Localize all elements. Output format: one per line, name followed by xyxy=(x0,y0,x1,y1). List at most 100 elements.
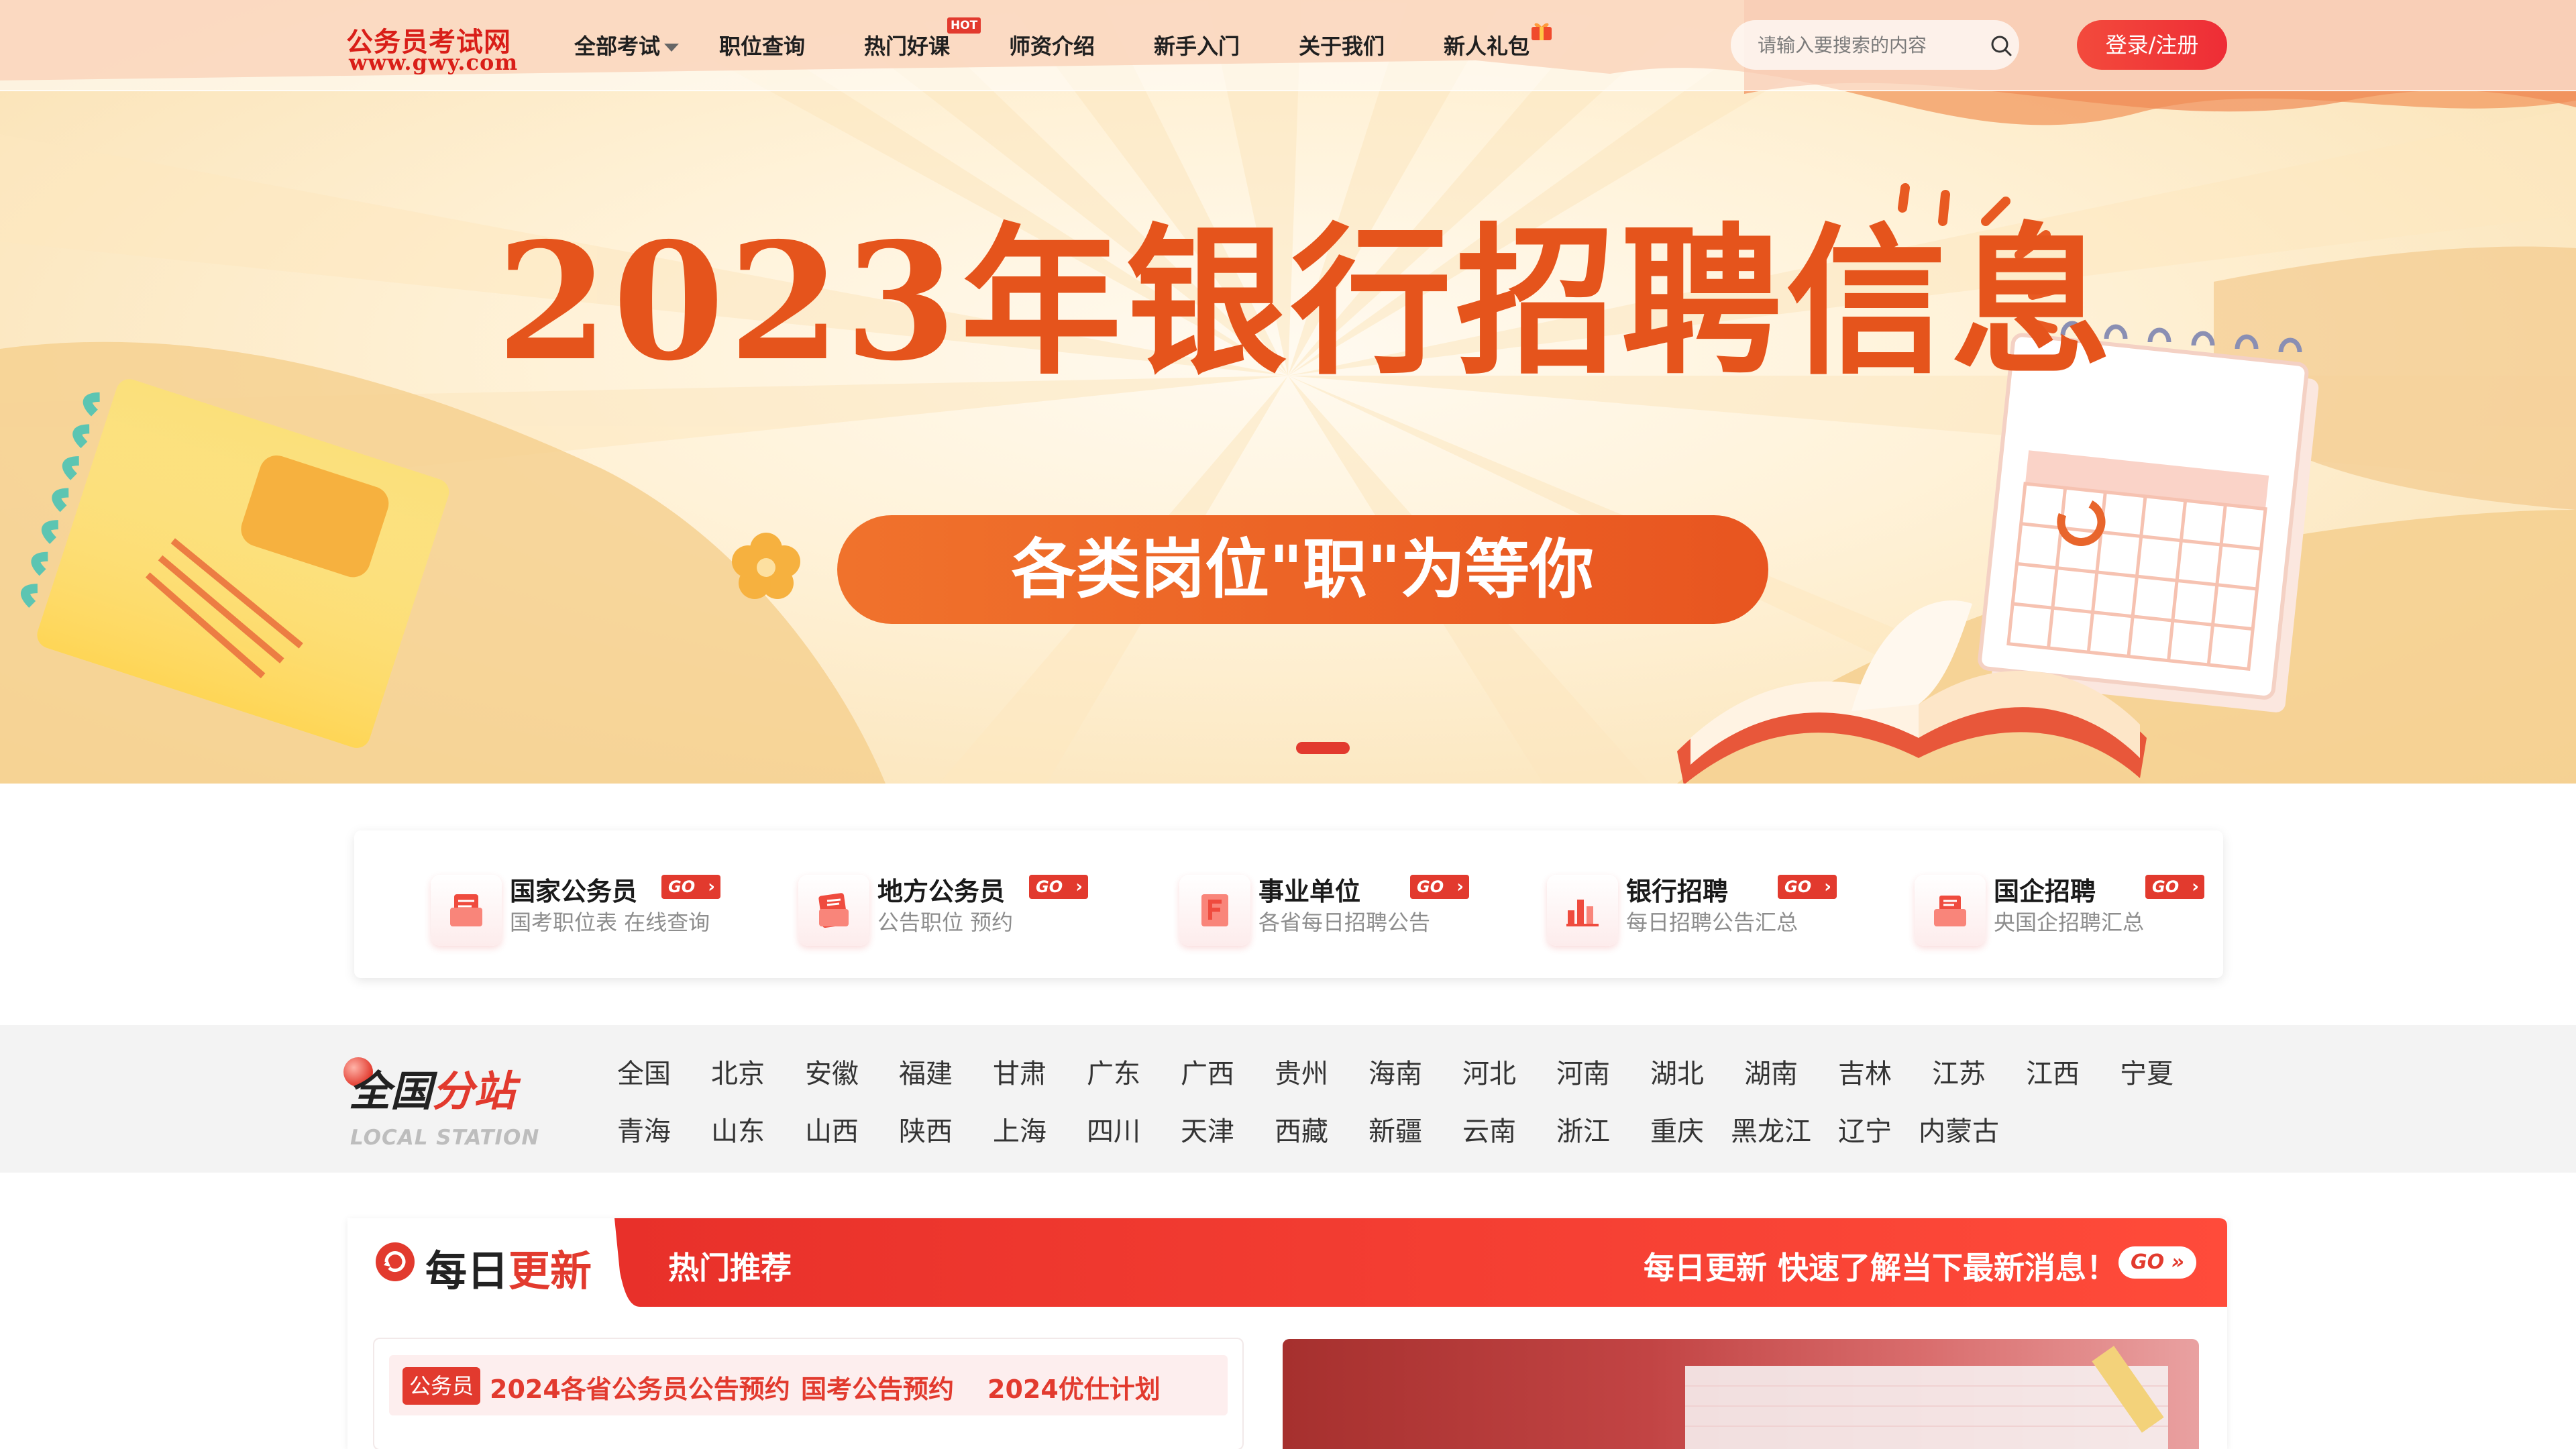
city-link[interactable]: 宁夏 xyxy=(2120,1052,2174,1091)
station-title-a: 全国 xyxy=(349,1067,433,1116)
daily-update-title: 每日更新 xyxy=(425,1237,592,1297)
news-link[interactable]: 2024各省公务员公告预约 xyxy=(490,1368,790,1405)
refresh-icon xyxy=(376,1242,415,1281)
carousel-indicator-active[interactable] xyxy=(1296,742,1350,754)
search-icon[interactable] xyxy=(1989,34,2013,58)
city-link[interactable]: 浙江 xyxy=(1556,1110,1610,1148)
city-link[interactable]: 吉林 xyxy=(1838,1052,1892,1091)
category-local-civil-servant[interactable]: 地方公务员 GO › 公告职位 预约 xyxy=(798,871,1147,951)
news-link[interactable]: 2024优仕计划 xyxy=(987,1368,1161,1405)
city-link[interactable]: 陕西 xyxy=(899,1110,953,1148)
city-link[interactable]: 海南 xyxy=(1368,1052,1422,1091)
category-national-civil-servant[interactable]: 国家公务员 GO › 国考职位表 在线查询 xyxy=(431,871,780,951)
nav-hot-courses[interactable]: 热门好课 xyxy=(864,30,950,60)
nav-all-exams-label: 全部考试 xyxy=(574,34,661,59)
promo-banner-art xyxy=(1685,1346,2168,1449)
daily-title-b: 更新 xyxy=(508,1246,592,1295)
chevron-right-icon: › xyxy=(1456,877,1464,897)
city-link[interactable]: 安徽 xyxy=(805,1052,859,1091)
document-icon xyxy=(431,875,502,946)
search-input[interactable] xyxy=(1758,32,1966,58)
daily-update-section: 每日更新 热门推荐 每日更新 快速了解当下最新消息！ GO » 公务员 2024… xyxy=(347,1218,2227,1449)
news-row: 公务员 2024各省公务员公告预约 国考公告预约 2024优仕计划 xyxy=(389,1355,1228,1415)
city-link[interactable]: 全国 xyxy=(617,1052,671,1091)
city-link[interactable]: 新疆 xyxy=(1368,1110,1422,1148)
category-bank-recruitment[interactable]: 银行招聘 GO › 每日招聘公告汇总 xyxy=(1547,871,1896,951)
city-link[interactable]: 山西 xyxy=(805,1110,859,1148)
city-link[interactable]: 黑龙江 xyxy=(1731,1110,1811,1148)
go-button[interactable]: GO › xyxy=(1029,875,1088,899)
station-title: 全国分站 xyxy=(349,1057,515,1118)
go-button[interactable]: GO › xyxy=(661,875,720,899)
gift-icon xyxy=(1532,23,1552,40)
chevron-right-icon: › xyxy=(2192,877,2199,897)
category-state-enterprise[interactable]: 国企招聘 GO › 央国企招聘汇总 xyxy=(1915,871,2263,951)
city-link[interactable]: 贵州 xyxy=(1275,1052,1328,1091)
city-link[interactable]: 四川 xyxy=(1087,1110,1140,1148)
top-navbar: 公务员考试网 www.gwy.com 全部考试 职位查询 热门好课 HOT 师资… xyxy=(0,0,2576,91)
nav-beginners[interactable]: 新手入门 xyxy=(1154,30,1240,60)
chevron-right-icon: › xyxy=(708,877,715,897)
category-title: 地方公务员 xyxy=(877,877,1006,906)
station-title-b: 分站 xyxy=(432,1067,516,1116)
bank-chart-icon xyxy=(1547,875,1618,946)
category-title: 国企招聘 xyxy=(1994,877,2096,906)
daily-go-button[interactable]: GO » xyxy=(2118,1246,2196,1279)
city-link[interactable]: 内蒙古 xyxy=(1919,1110,1999,1148)
promo-banner[interactable] xyxy=(1283,1339,2199,1449)
hero-title: 2023年银行招聘信息 xyxy=(496,207,2116,396)
daily-update-header: 每日更新 热门推荐 每日更新 快速了解当下最新消息！ GO » xyxy=(347,1218,2227,1307)
nav-about-us[interactable]: 关于我们 xyxy=(1299,30,1385,60)
local-station-band: 全国分站 LOCAL STATION 全国 北京 安徽 福建 甘肃 广东 广西 … xyxy=(0,1025,2576,1173)
go-label: GO xyxy=(668,877,696,896)
notepad-icon xyxy=(798,875,869,946)
nav-position-query[interactable]: 职位查询 xyxy=(719,30,805,60)
category-desc: 各省每日招聘公告 xyxy=(1258,910,1431,935)
site-logo[interactable]: 公务员考试网 www.gwy.com xyxy=(346,20,527,75)
chevron-right-icon: › xyxy=(1075,877,1083,897)
hot-recommend-tab[interactable]: 热门推荐 xyxy=(668,1244,792,1288)
daily-slogan: 每日更新 快速了解当下最新消息！ xyxy=(1644,1250,2118,1286)
city-link[interactable]: 湖南 xyxy=(1744,1052,1798,1091)
category-title: 事业单位 xyxy=(1258,877,1361,906)
news-link[interactable]: 国考公告预约 xyxy=(801,1368,954,1405)
city-link[interactable]: 上海 xyxy=(993,1110,1046,1148)
city-link[interactable]: 天津 xyxy=(1181,1110,1234,1148)
nav-teachers[interactable]: 师资介绍 xyxy=(1009,30,1095,60)
city-link[interactable]: 辽宁 xyxy=(1838,1110,1892,1148)
nav-newcomer-gift[interactable]: 新人礼包 xyxy=(1444,30,1529,60)
city-link[interactable]: 福建 xyxy=(899,1052,953,1091)
city-link[interactable]: 广东 xyxy=(1087,1052,1140,1091)
login-register-button[interactable]: 登录/注册 xyxy=(2077,20,2227,70)
briefcase-icon xyxy=(1915,875,1986,946)
daily-title-a: 每日 xyxy=(425,1246,509,1295)
city-link[interactable]: 北京 xyxy=(711,1052,765,1091)
go-label: GO xyxy=(1417,877,1444,896)
city-link[interactable]: 甘肃 xyxy=(993,1052,1046,1091)
city-link[interactable]: 广西 xyxy=(1181,1052,1234,1091)
city-link[interactable]: 云南 xyxy=(1462,1110,1516,1148)
city-link[interactable]: 青海 xyxy=(617,1110,671,1148)
nav-all-exams[interactable]: 全部考试 xyxy=(574,30,680,60)
category-desc: 央国企招聘汇总 xyxy=(1994,910,2145,935)
go-button[interactable]: GO › xyxy=(2145,875,2204,899)
city-link[interactable]: 河南 xyxy=(1556,1052,1610,1091)
city-link[interactable]: 重庆 xyxy=(1650,1110,1704,1148)
go-button[interactable]: GO › xyxy=(1410,875,1469,899)
hero-banner[interactable]: 2023年银行招聘信息 各类岗位"职"为等你 xyxy=(0,0,2576,784)
city-link[interactable]: 江西 xyxy=(2026,1052,2080,1091)
city-link[interactable]: 河北 xyxy=(1462,1052,1516,1091)
city-link[interactable]: 西藏 xyxy=(1275,1110,1328,1148)
category-title: 银行招聘 xyxy=(1626,877,1729,906)
certificate-icon xyxy=(1179,875,1250,946)
city-link[interactable]: 山东 xyxy=(711,1110,765,1148)
go-label: GO xyxy=(1784,877,1812,896)
go-button[interactable]: GO › xyxy=(1778,875,1837,899)
news-card: 公务员 2024各省公务员公告预约 国考公告预约 2024优仕计划 xyxy=(374,1339,1242,1449)
category-public-institution[interactable]: 事业单位 GO › 各省每日招聘公告 xyxy=(1179,871,1528,951)
search-box xyxy=(1731,20,2019,70)
chevron-right-icon: › xyxy=(1824,877,1831,897)
city-link[interactable]: 江苏 xyxy=(1932,1052,1986,1091)
hot-badge: HOT xyxy=(947,17,981,34)
city-link[interactable]: 湖北 xyxy=(1650,1052,1704,1091)
